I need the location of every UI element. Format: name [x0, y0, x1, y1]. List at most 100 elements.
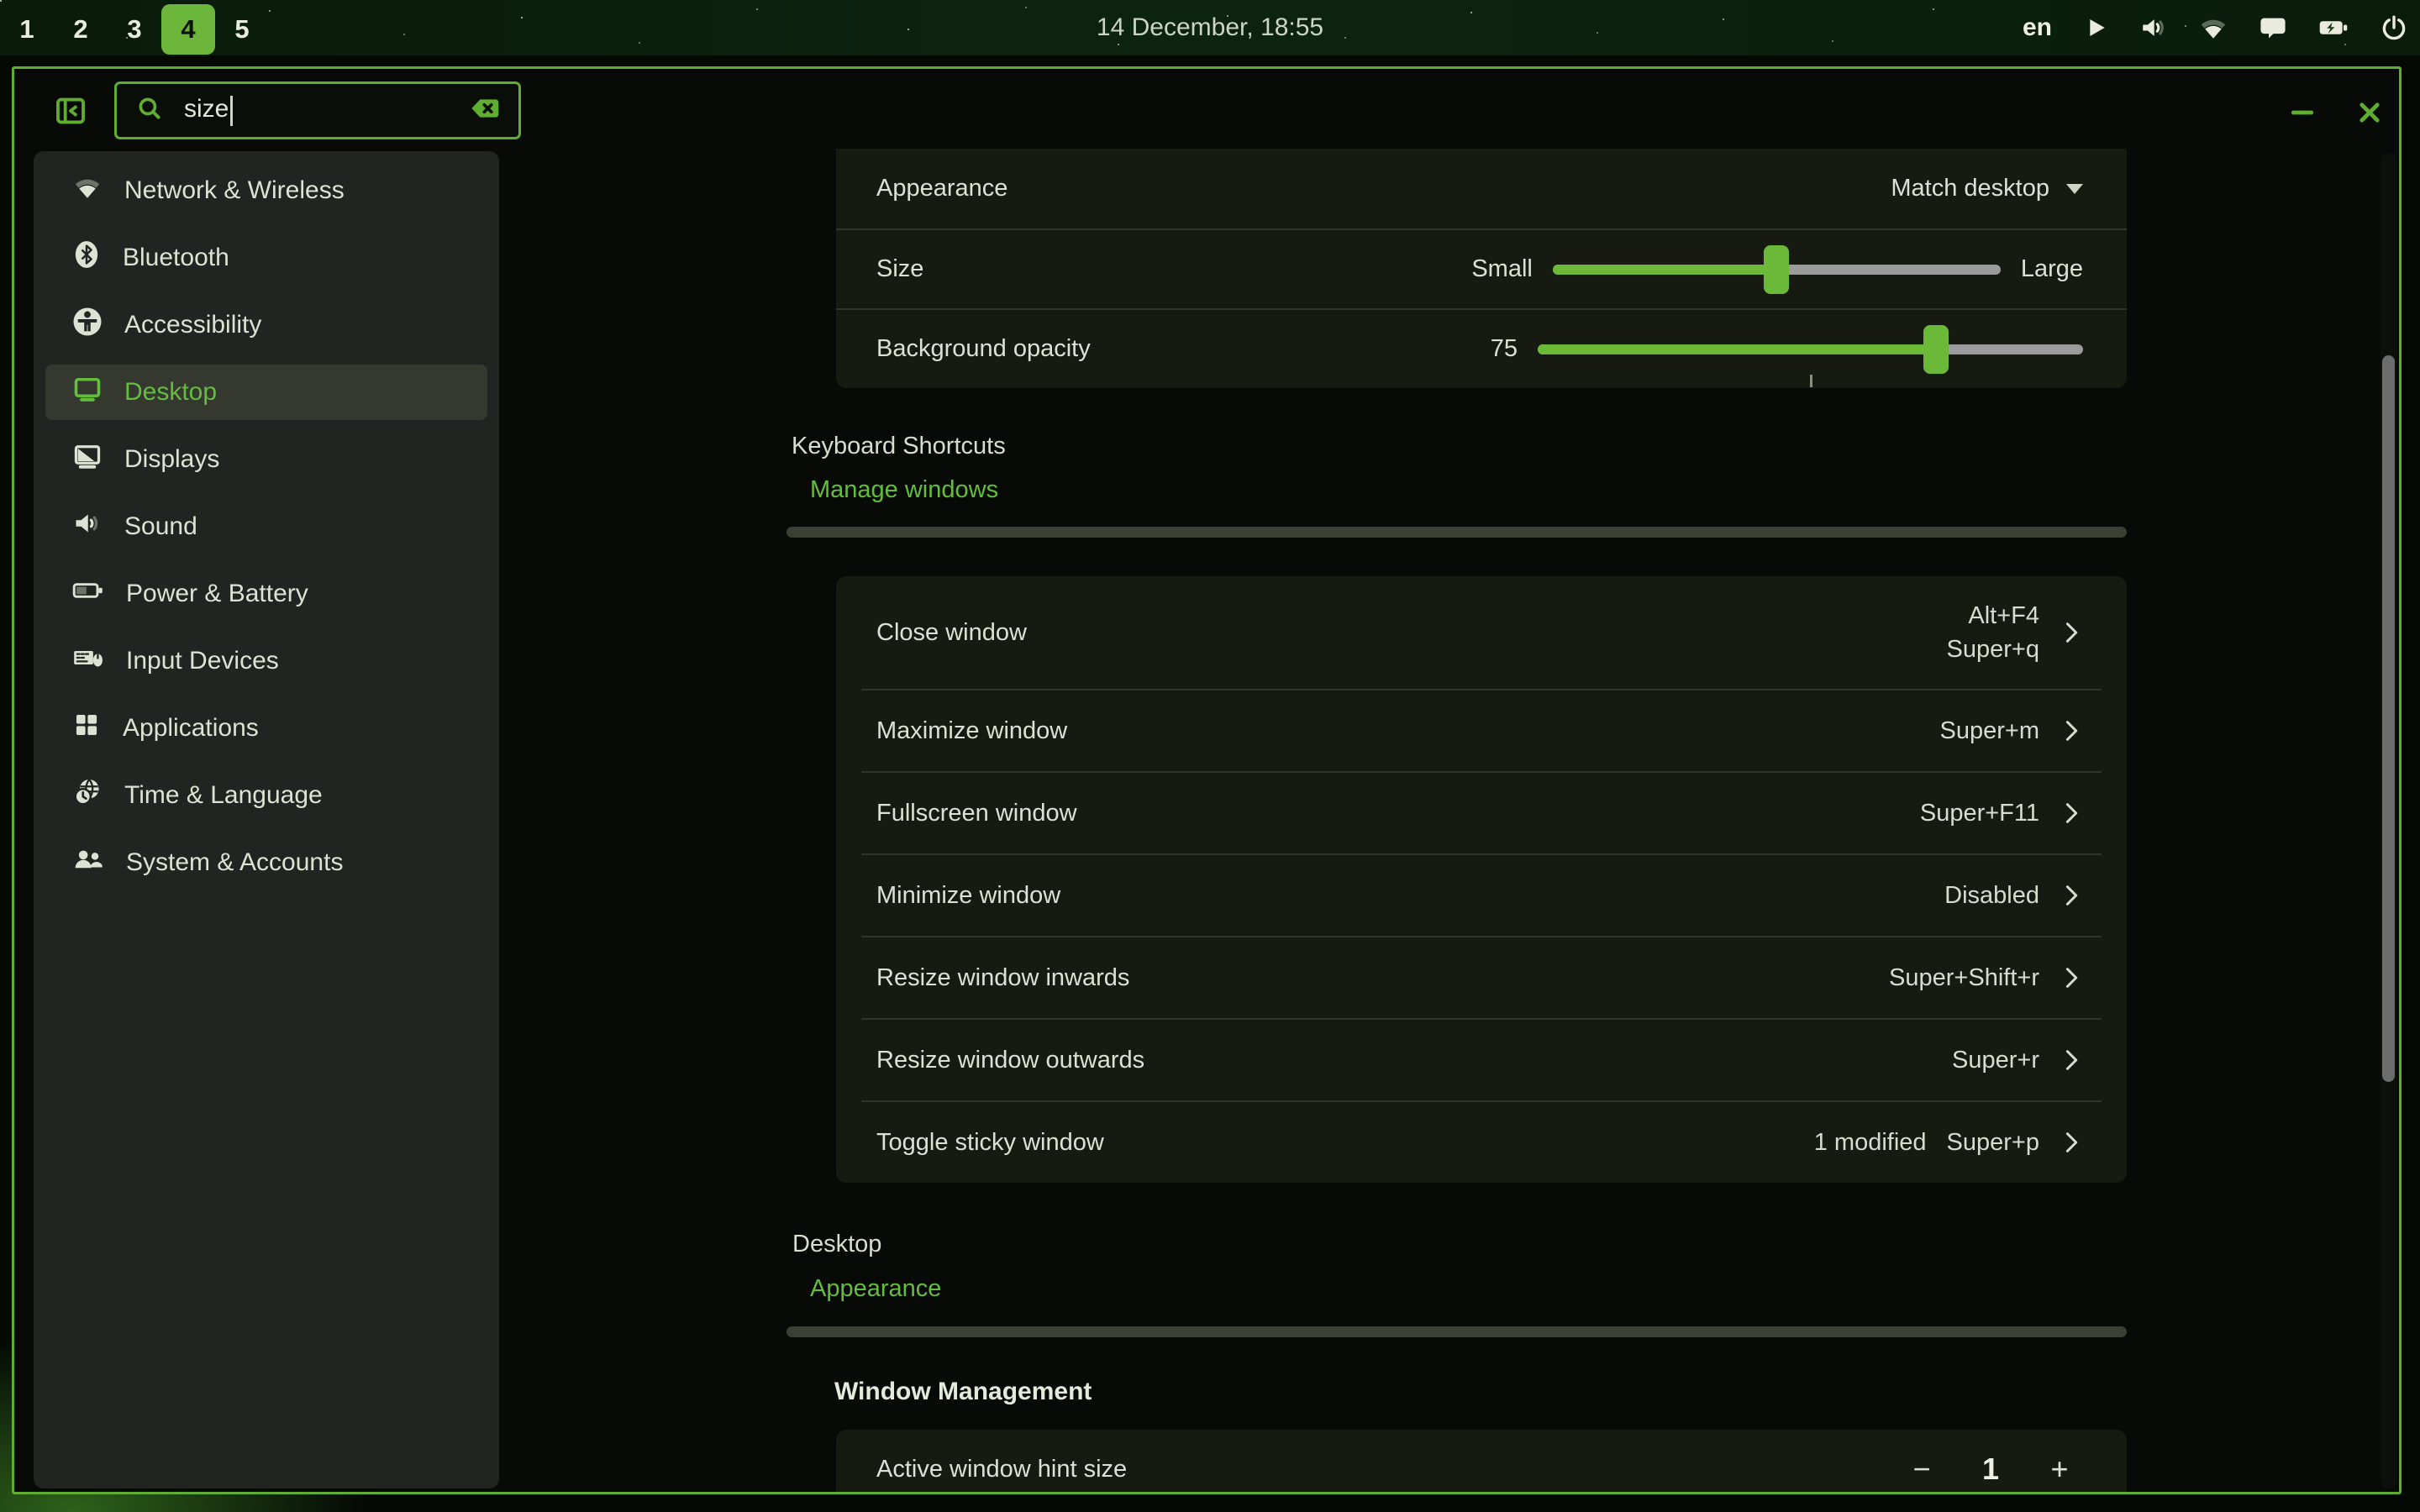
top-panel: 1 2 3 4 5 14 December, 18:55 en	[0, 0, 2420, 55]
sidebar-item-time-language[interactable]: Time & Language	[45, 768, 487, 823]
workspace-button-4-active[interactable]: 4	[161, 4, 215, 55]
window-management-card: Active window hint size − 1 +	[836, 1430, 2127, 1494]
titlebar[interactable]: size	[14, 69, 2399, 149]
opacity-value: 75	[1491, 335, 1518, 363]
chevron-right-icon	[2060, 800, 2083, 827]
search-input[interactable]: size	[114, 81, 521, 139]
minimize-button[interactable]	[2283, 93, 2322, 132]
section-header-keyboard-shortcuts: Keyboard Shortcuts	[792, 433, 1006, 460]
shortcut-row-close-window[interactable]: Close window Alt+F4Super+q	[861, 576, 2102, 689]
size-slider-handle[interactable]	[1764, 245, 1789, 294]
opacity-slider-handle[interactable]	[1923, 325, 1949, 374]
displays-icon	[72, 441, 103, 478]
chevron-right-icon	[2060, 619, 2083, 646]
sound-icon	[72, 508, 103, 545]
settings-sidebar: Network & Wireless Bluetooth Accessibili…	[34, 151, 499, 1488]
sidebar-item-label: Network & Wireless	[124, 176, 345, 205]
size-slider[interactable]	[1553, 245, 2001, 294]
power-icon[interactable]	[2380, 13, 2408, 42]
size-slider-fill	[1553, 265, 1777, 275]
volume-icon[interactable]	[2139, 13, 2168, 42]
active-window-hint-size-label: Active window hint size	[876, 1456, 1127, 1483]
decrement-button[interactable]: −	[1907, 1452, 1937, 1487]
sidebar-item-accessibility[interactable]: Accessibility	[45, 297, 487, 353]
sidebar-item-applications[interactable]: Applications	[45, 701, 487, 756]
sidebar-item-label: Desktop	[124, 378, 217, 407]
app-grid-icon	[72, 711, 101, 746]
shortcut-label: Toggle sticky window	[876, 1129, 1104, 1157]
sidebar-item-label: Sound	[124, 512, 197, 541]
shortcut-label: Close window	[876, 619, 1027, 647]
shortcut-label: Resize window outwards	[876, 1047, 1144, 1074]
shortcut-row-resize-window-outwards[interactable]: Resize window outwards Super+r	[861, 1018, 2102, 1100]
workspace-button-1[interactable]: 1	[0, 4, 54, 55]
keyboard-layout-indicator[interactable]: en	[2023, 13, 2052, 42]
sidebar-item-bluetooth[interactable]: Bluetooth	[45, 230, 487, 286]
appearance-dropdown[interactable]: Match desktop	[1891, 175, 2083, 202]
size-label: Size	[876, 255, 923, 283]
shortcut-row-toggle-sticky-window[interactable]: Toggle sticky window 1 modified Super+p	[861, 1100, 2102, 1183]
sidebar-item-network-wireless[interactable]: Network & Wireless	[45, 163, 487, 218]
notifications-chat-icon[interactable]	[2259, 13, 2287, 42]
close-button[interactable]	[2350, 93, 2389, 132]
sidebar-item-label: Applications	[123, 714, 259, 743]
shortcuts-card: Close window Alt+F4Super+q Maximize wind…	[836, 576, 2127, 1183]
users-icon	[72, 844, 104, 881]
chevron-right-icon	[2060, 717, 2083, 744]
section-divider	[786, 1326, 2127, 1337]
sidebar-item-label: System & Accounts	[126, 848, 343, 877]
opacity-slider[interactable]	[1538, 325, 2083, 374]
system-tray: en	[2023, 0, 2408, 55]
search-icon	[135, 94, 164, 127]
clear-search-icon[interactable]	[468, 94, 502, 127]
appearance-row[interactable]: Appearance Match desktop	[836, 149, 2127, 228]
workspace-button-5[interactable]: 5	[215, 4, 269, 55]
shortcut-row-maximize-window[interactable]: Maximize window Super+m	[861, 689, 2102, 771]
shortcut-label: Fullscreen window	[876, 800, 1077, 827]
increment-button[interactable]: +	[2044, 1452, 2075, 1487]
sidebar-item-desktop-selected[interactable]: Desktop	[45, 365, 487, 420]
size-slider-track[interactable]	[1553, 265, 2001, 275]
media-play-icon[interactable]	[2082, 14, 2109, 41]
shortcut-label: Maximize window	[876, 717, 1067, 745]
section-divider	[786, 527, 2127, 538]
sidebar-item-system-accounts[interactable]: System & Accounts	[45, 835, 487, 890]
shortcut-label: Resize window inwards	[876, 964, 1129, 992]
battery-icon	[72, 575, 104, 612]
workspace-button-2[interactable]: 2	[54, 4, 108, 55]
workspace-switcher: 1 2 3 4 5	[0, 0, 269, 55]
battery-icon[interactable]	[2317, 13, 2349, 42]
manage-windows-link[interactable]: Manage windows	[810, 476, 998, 504]
chevron-right-icon	[2060, 1129, 2083, 1156]
chevron-down-icon	[2066, 184, 2083, 194]
sidebar-collapse-icon[interactable]	[55, 95, 87, 127]
shortcut-row-fullscreen-window[interactable]: Fullscreen window Super+F11	[861, 771, 2102, 853]
settings-window: size Network & Wireless Bluetooth Access…	[12, 66, 2402, 1494]
opacity-slider-track[interactable]	[1538, 344, 2083, 354]
appearance-link[interactable]: Appearance	[810, 1275, 941, 1303]
sidebar-item-sound[interactable]: Sound	[45, 499, 487, 554]
keyboard-mouse-icon	[72, 643, 104, 680]
section-header-desktop: Desktop	[792, 1231, 881, 1258]
shortcut-row-resize-window-inwards[interactable]: Resize window inwards Super+Shift+r	[861, 936, 2102, 1018]
sidebar-item-displays[interactable]: Displays	[45, 432, 487, 487]
desktop-monitor-icon	[72, 374, 103, 411]
size-min-label: Small	[1471, 255, 1533, 283]
background-opacity-row: Background opacity 75	[836, 308, 2127, 388]
workspace-button-3[interactable]: 3	[108, 4, 161, 55]
window-management-heading: Window Management	[834, 1378, 1092, 1406]
shortcut-label: Minimize window	[876, 882, 1060, 910]
dock-settings-card: Appearance Match desktop Size Small Larg…	[836, 149, 2127, 388]
chevron-right-icon	[2060, 882, 2083, 909]
sidebar-item-input-devices[interactable]: Input Devices	[45, 633, 487, 689]
wifi-icon[interactable]	[2198, 13, 2228, 43]
sidebar-item-label: Time & Language	[124, 781, 323, 810]
sidebar-item-label: Power & Battery	[126, 580, 308, 608]
globe-clock-icon	[72, 777, 103, 814]
search-value: size	[184, 95, 468, 125]
size-max-label: Large	[2021, 255, 2083, 283]
shortcut-row-minimize-window[interactable]: Minimize window Disabled	[861, 853, 2102, 936]
wallpaper-stars	[0, 0, 2, 2]
scrollbar-thumb[interactable]	[2382, 355, 2395, 1082]
sidebar-item-power-battery[interactable]: Power & Battery	[45, 566, 487, 622]
